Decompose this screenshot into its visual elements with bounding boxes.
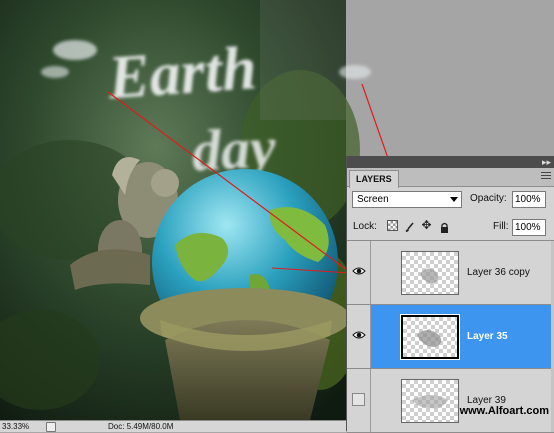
lock-row: Lock: ✥ Fill: 100% (347, 216, 554, 238)
blend-mode-select[interactable]: Screen (352, 191, 462, 208)
layer-row-selected[interactable]: Layer 35 (347, 305, 554, 369)
panel-tab-bar: LAYERS (347, 168, 554, 188)
doc-size-readout: Doc: 5.49M/80.0M (108, 422, 174, 431)
tab-layers[interactable]: LAYERS (349, 170, 399, 188)
visibility-toggle[interactable] (347, 241, 371, 304)
lock-label: Lock: (353, 221, 377, 232)
layer-list: Layer 36 copy Layer 35 Layer 39 (347, 240, 554, 433)
visibility-toggle[interactable] (347, 369, 371, 432)
layer-thumbnail[interactable] (400, 314, 460, 360)
panel-menu-icon[interactable] (541, 170, 551, 182)
lock-transparent-pixels-icon[interactable] (387, 220, 398, 231)
layer-name[interactable]: Layer 36 copy (467, 267, 530, 278)
eye-icon[interactable] (352, 265, 366, 277)
status-bar: 33.33% Doc: 5.49M/80.0M (0, 420, 346, 432)
fill-label: Fill: (493, 221, 509, 232)
watermark-text: www.Alfoart.com (459, 405, 549, 417)
layer-thumbnail[interactable] (401, 251, 459, 295)
blend-mode-row: Screen Opacity: 100% (347, 190, 554, 212)
opacity-label: Opacity: (470, 193, 507, 204)
fill-input[interactable]: 100% (512, 219, 546, 236)
lock-position-move-icon[interactable]: ✥ (421, 219, 432, 231)
eye-icon[interactable] (352, 329, 366, 341)
layer-name[interactable]: Layer 35 (467, 331, 508, 342)
panel-title-bar: ▸▸ (347, 156, 554, 168)
visibility-off-box[interactable] (352, 393, 365, 406)
lock-paint-brush-icon[interactable] (404, 220, 415, 232)
visibility-toggle[interactable] (347, 305, 371, 368)
layer-thumbnail[interactable] (401, 379, 459, 423)
blend-mode-value: Screen (357, 194, 389, 205)
layer-row[interactable]: Layer 39 (347, 369, 554, 433)
chevron-down-icon (450, 197, 458, 202)
double-chevron-right-icon[interactable]: ▸▸ (542, 156, 551, 168)
opacity-input[interactable]: 100% (512, 191, 546, 208)
zoom-level[interactable]: 33.33% (2, 421, 29, 432)
layers-panel: ▸▸ LAYERS Screen Opacity: 100% Lock: ✥ F… (346, 156, 554, 433)
cloud-text-earth: Earth (105, 34, 259, 112)
lock-all-icon[interactable] (439, 220, 450, 233)
layer-row[interactable]: Layer 36 copy (347, 241, 554, 305)
